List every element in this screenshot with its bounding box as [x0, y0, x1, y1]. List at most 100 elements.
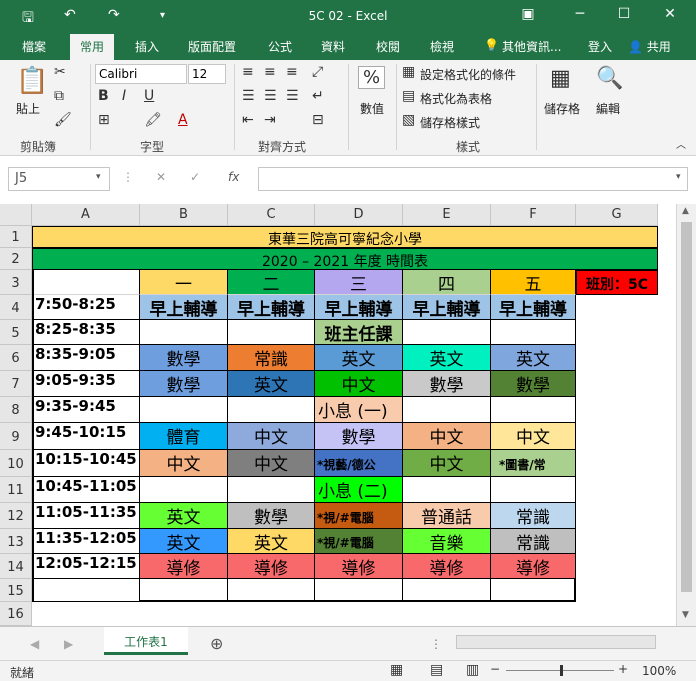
lesson-cell[interactable]: 導修: [315, 554, 403, 579]
column-header-b[interactable]: B: [140, 204, 228, 226]
close-icon[interactable]: ✕: [660, 6, 680, 22]
cancel-icon[interactable]: ✕: [156, 170, 166, 184]
minimize-icon[interactable]: ─: [570, 6, 590, 22]
page-break-icon[interactable]: ▥: [466, 662, 479, 678]
empty-cell[interactable]: [140, 320, 228, 345]
format-table-label[interactable]: 格式化為表格: [420, 90, 492, 107]
empty-cell[interactable]: [140, 397, 228, 423]
lesson-cell[interactable]: 早上輔導: [228, 295, 315, 320]
time-cell[interactable]: 10:45-11:05: [32, 477, 140, 503]
row-header-11[interactable]: 11: [0, 477, 32, 503]
cell-styles-icon[interactable]: ▧: [402, 112, 415, 128]
expand-formula-icon[interactable]: ▾: [676, 172, 681, 182]
lesson-cell[interactable]: 導修: [228, 554, 315, 579]
tab-view[interactable]: 檢視: [430, 38, 454, 55]
lesson-cell[interactable]: 導修: [491, 554, 576, 579]
copy-icon[interactable]: ⧉: [54, 88, 64, 104]
spreadsheet-grid[interactable]: A B C D E F G 1 2 3 4 5 6 7 8 9 10 11 12…: [0, 204, 696, 626]
lesson-cell[interactable]: 英文: [403, 345, 491, 371]
align-top-icon[interactable]: ≡: [242, 64, 254, 80]
scroll-up-icon[interactable]: ▲: [682, 206, 689, 216]
lesson-cell[interactable]: 體育: [140, 423, 228, 450]
font-size-combo[interactable]: 12: [188, 64, 226, 84]
tab-review[interactable]: 校閱: [376, 38, 400, 55]
tab-split-icon[interactable]: ⋮: [430, 637, 442, 651]
class-label-cell[interactable]: 班別：5C: [576, 270, 658, 295]
sheet-tab-1[interactable]: 工作表1: [104, 627, 188, 655]
row-header-5[interactable]: 5: [0, 320, 32, 345]
row-header-16[interactable]: 16: [0, 602, 32, 626]
cells-icon[interactable]: ▦: [550, 66, 571, 91]
lesson-cell[interactable]: 中文: [403, 450, 491, 477]
empty-cell[interactable]: [491, 579, 576, 602]
tab-data[interactable]: 資料: [321, 38, 345, 55]
align-center-icon[interactable]: ☰: [264, 88, 277, 104]
next-sheet-icon[interactable]: ▶: [64, 637, 73, 651]
column-header-c[interactable]: C: [228, 204, 315, 226]
format-painter-icon[interactable]: 🖌: [54, 112, 72, 128]
scroll-down-icon[interactable]: ▼: [682, 610, 689, 620]
lesson-cell[interactable]: 中文: [491, 423, 576, 450]
lesson-cell[interactable]: *視/#電腦: [315, 529, 403, 554]
align-right-icon[interactable]: ☰: [286, 88, 299, 104]
day-thursday[interactable]: 四: [403, 270, 491, 295]
lesson-cell[interactable]: 小息 (二): [315, 477, 403, 503]
column-header-a[interactable]: A: [32, 204, 140, 226]
row-header-2[interactable]: 2: [0, 248, 32, 270]
decrease-indent-icon[interactable]: ⇤: [242, 112, 254, 128]
row-header-3[interactable]: 3: [0, 270, 32, 295]
lesson-cell[interactable]: 中文: [228, 423, 315, 450]
empty-cell[interactable]: [403, 579, 491, 602]
empty-cell[interactable]: [228, 477, 315, 503]
cut-icon[interactable]: ✂: [54, 64, 66, 80]
zoom-out-icon[interactable]: −: [490, 662, 500, 676]
empty-cell[interactable]: [491, 397, 576, 423]
formula-input[interactable]: [258, 167, 688, 191]
signin-link[interactable]: 登入: [588, 38, 612, 55]
column-header-f[interactable]: F: [491, 204, 576, 226]
day-friday[interactable]: 五: [491, 270, 576, 295]
empty-cell[interactable]: [403, 320, 491, 345]
time-cell[interactable]: 9:45-10:15: [32, 423, 140, 450]
font-color-icon[interactable]: A: [178, 112, 188, 128]
lesson-cell[interactable]: *視/#電腦: [315, 503, 403, 529]
lesson-cell[interactable]: 班主任課: [315, 320, 403, 345]
lesson-cell[interactable]: 數學: [140, 345, 228, 371]
lesson-cell[interactable]: 早上輔導: [491, 295, 576, 320]
lesson-cell[interactable]: 中文: [228, 450, 315, 477]
lesson-cell[interactable]: 音樂: [403, 529, 491, 554]
row-header-10[interactable]: 10: [0, 450, 32, 477]
school-name-cell[interactable]: 東華三院高可寧紀念小學: [32, 226, 658, 248]
time-cell[interactable]: 11:05-11:35: [32, 503, 140, 529]
day-wednesday[interactable]: 三: [315, 270, 403, 295]
underline-icon[interactable]: U: [144, 88, 154, 104]
merge-center-icon[interactable]: ⊟: [312, 112, 324, 128]
lesson-cell[interactable]: 數學: [315, 423, 403, 450]
zoom-level[interactable]: 100%: [642, 664, 676, 678]
time-cell[interactable]: 8:25-8:35: [32, 320, 140, 345]
italic-icon[interactable]: I: [122, 88, 126, 104]
tab-tell-me[interactable]: 其他資訊...: [502, 38, 561, 55]
percent-icon[interactable]: %: [358, 66, 386, 89]
academic-year-cell[interactable]: 2020 – 2021 年度 時間表: [32, 248, 658, 270]
day-tuesday[interactable]: 二: [228, 270, 315, 295]
paste-icon[interactable]: 📋: [16, 66, 48, 96]
ribbon-display-icon[interactable]: ▣: [518, 6, 538, 22]
time-cell[interactable]: 9:05-9:35: [32, 371, 140, 397]
format-table-icon[interactable]: ▤: [402, 88, 415, 104]
lesson-cell[interactable]: 英文: [228, 371, 315, 397]
lesson-cell[interactable]: 中文: [403, 423, 491, 450]
tab-file[interactable]: 檔案: [22, 38, 46, 55]
row-header-7[interactable]: 7: [0, 371, 32, 397]
empty-cell[interactable]: [315, 579, 403, 602]
lesson-cell[interactable]: 數學: [228, 503, 315, 529]
cells-label[interactable]: 儲存格: [544, 100, 580, 117]
empty-cell[interactable]: [140, 579, 228, 602]
add-sheet-icon[interactable]: ⊕: [210, 634, 223, 653]
select-all-corner[interactable]: [0, 204, 32, 226]
row-header-15[interactable]: 15: [0, 579, 32, 602]
lesson-cell[interactable]: 中文: [140, 450, 228, 477]
lesson-cell[interactable]: 常識: [491, 529, 576, 554]
tab-home[interactable]: 常用: [70, 34, 115, 60]
empty-cell[interactable]: [228, 579, 315, 602]
